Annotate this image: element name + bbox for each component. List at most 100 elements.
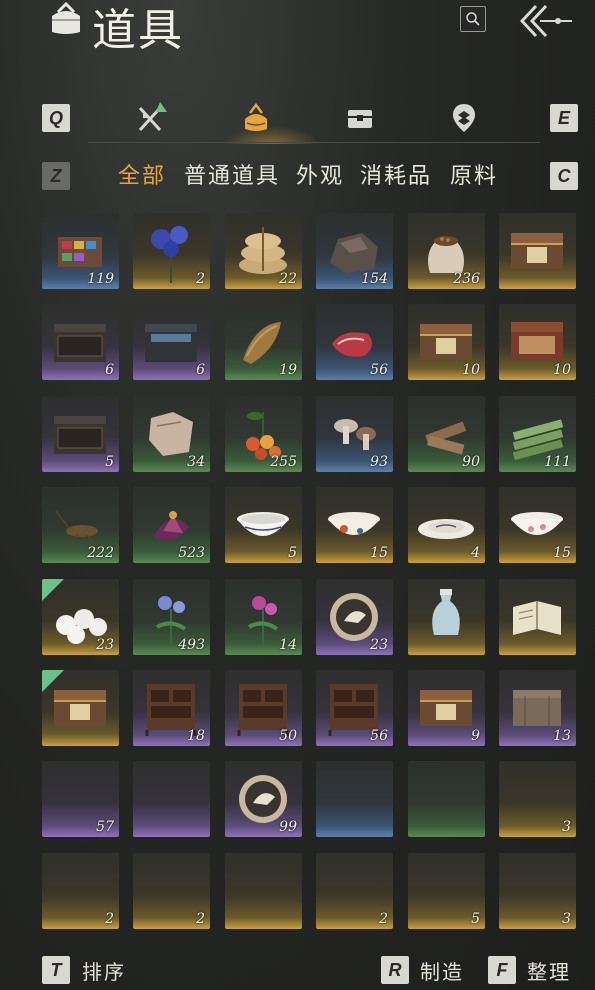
subtab-materials[interactable]: 原料 (450, 158, 498, 190)
item-count: 2 (196, 911, 205, 927)
inventory-slot[interactable]: 90 (408, 396, 485, 472)
inventory-slot[interactable]: 5 (42, 396, 119, 472)
tab-prev-key[interactable]: Q (42, 104, 70, 132)
item-count: 56 (370, 362, 388, 378)
inventory-slot[interactable]: 10 (499, 304, 576, 380)
inventory-slot[interactable]: 9 (408, 670, 485, 746)
inventory-slot[interactable]: 6 (133, 304, 210, 380)
craft-label[interactable]: 制造 (420, 956, 464, 985)
inventory-slot[interactable]: 18 (133, 670, 210, 746)
inventory-slot[interactable]: 99 (225, 761, 302, 837)
subtab-common[interactable]: 普通道具 (184, 158, 280, 190)
inventory-slot[interactable]: 119 (42, 213, 119, 289)
item-count: 19 (279, 362, 297, 378)
subtab-prev-key[interactable]: Z (42, 162, 70, 190)
inventory-slot[interactable]: 2 (42, 853, 119, 929)
inventory-slot[interactable]: 15 (499, 487, 576, 563)
vase-icon (432, 589, 460, 635)
inventory-slot[interactable]: 57 (42, 761, 119, 837)
inventory-slot[interactable]: 15 (316, 487, 393, 563)
subtab-next-key[interactable]: C (550, 162, 578, 190)
item-count: 57 (96, 819, 114, 835)
item-count: 5 (288, 545, 297, 561)
inventory-slot[interactable]: 10 (408, 304, 485, 380)
new-badge-icon (42, 579, 64, 601)
item-count: 99 (279, 819, 297, 835)
inventory-slot[interactable]: 523 (133, 487, 210, 563)
inventory-slot[interactable]: 2 (133, 213, 210, 289)
item-count: 6 (196, 362, 205, 378)
item-count: 2 (379, 911, 388, 927)
organize-label[interactable]: 整理 (527, 956, 571, 985)
inventory-slot[interactable]: 23 (316, 579, 393, 655)
inventory-slot[interactable]: 222 (42, 487, 119, 563)
item-count: 523 (178, 545, 205, 561)
inventory-slot[interactable]: 3 (499, 853, 576, 929)
inventory-slot[interactable]: 111 (499, 396, 576, 472)
item-count: 50 (279, 728, 297, 744)
tabs-divider (88, 142, 540, 143)
inventory-slot[interactable] (133, 761, 210, 837)
inventory-slot[interactable]: 56 (316, 304, 393, 380)
inventory-slot[interactable]: 4 (408, 487, 485, 563)
book-icon (513, 601, 561, 635)
item-count: 236 (453, 271, 480, 287)
tab-chest[interactable] (342, 100, 378, 136)
organize-key[interactable]: F (488, 956, 516, 984)
inventory-slot[interactable]: 255 (225, 396, 302, 472)
inventory-slot[interactable]: 23 (42, 579, 119, 655)
craft-key[interactable]: R (381, 956, 409, 984)
item-count: 10 (553, 362, 571, 378)
item-count: 4 (471, 545, 480, 561)
inventory-slot[interactable] (42, 670, 119, 746)
inventory-slot[interactable]: 154 (316, 213, 393, 289)
inventory-slot[interactable]: 5 (408, 853, 485, 929)
inventory-slot[interactable]: 493 (133, 579, 210, 655)
subtab-all[interactable]: 全部 (118, 158, 166, 190)
page-title: 道具 (92, 5, 184, 56)
subtab-consumables[interactable]: 消耗品 (360, 158, 432, 190)
inventory-slot[interactable]: 6 (42, 304, 119, 380)
item-count: 3 (562, 911, 571, 927)
inventory-slot[interactable]: 2 (316, 853, 393, 929)
sort-key[interactable]: T (42, 956, 70, 984)
item-count: 119 (87, 271, 114, 287)
inventory-slot[interactable] (316, 761, 393, 837)
inventory-slot[interactable]: 3 (499, 761, 576, 837)
crossed-swords-icon (138, 102, 167, 132)
inventory-slot[interactable]: 34 (133, 396, 210, 472)
inventory-slot[interactable]: 5 (225, 487, 302, 563)
subcategory-tabs: Z 全部 普通道具 外观 消耗品 原料 C (40, 160, 582, 192)
item-count: 2 (196, 271, 205, 287)
inventory-slot[interactable]: 236 (408, 213, 485, 289)
inventory-slot[interactable]: 19 (225, 304, 302, 380)
item-count: 222 (87, 545, 114, 561)
search-button[interactable] (460, 6, 486, 32)
tab-weapons[interactable] (134, 100, 170, 136)
item-count: 111 (544, 454, 571, 470)
item-count: 23 (370, 637, 388, 653)
inventory-slot[interactable]: 56 (316, 670, 393, 746)
sort-label[interactable]: 排序 (82, 956, 126, 985)
subtab-appearance[interactable]: 外观 (296, 158, 344, 190)
tab-next-key[interactable]: E (550, 104, 578, 132)
inventory-slot[interactable]: 13 (499, 670, 576, 746)
inventory-slot[interactable] (499, 213, 576, 289)
inventory-slot[interactable]: 22 (225, 213, 302, 289)
back-arrow-icon[interactable] (518, 2, 574, 40)
inventory-slot[interactable] (225, 853, 302, 929)
item-count: 255 (270, 454, 297, 470)
inventory-slot[interactable] (408, 761, 485, 837)
inventory-slot[interactable] (408, 579, 485, 655)
item-count: 5 (471, 911, 480, 927)
inventory-slot[interactable]: 50 (225, 670, 302, 746)
inventory-slot[interactable] (499, 579, 576, 655)
inventory-slot[interactable]: 93 (316, 396, 393, 472)
item-count: 10 (462, 362, 480, 378)
inventory-slot[interactable]: 14 (225, 579, 302, 655)
tab-location[interactable] (446, 100, 482, 136)
item-count: 154 (361, 271, 388, 287)
item-count: 3 (562, 819, 571, 835)
inventory-slot[interactable]: 2 (133, 853, 210, 929)
tab-items[interactable] (238, 100, 274, 136)
